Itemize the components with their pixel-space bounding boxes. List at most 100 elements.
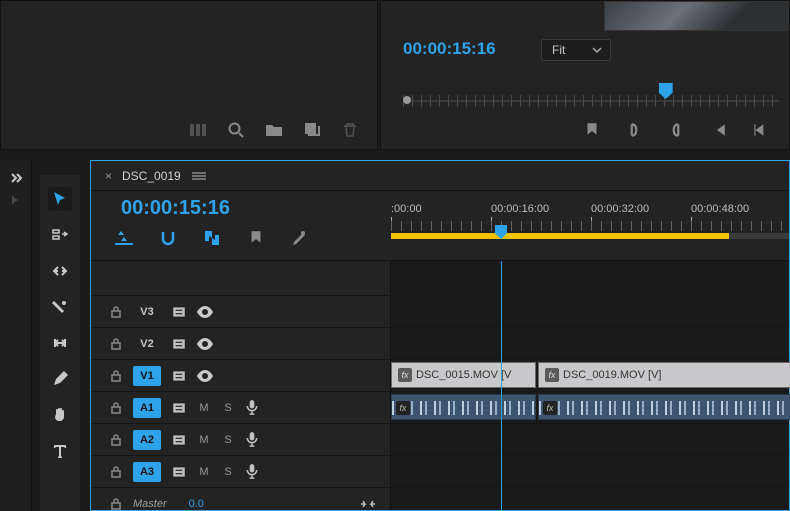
hand-tool[interactable]	[48, 403, 72, 427]
chevron-down-icon	[592, 45, 602, 55]
fx-badge-icon[interactable]: fx	[396, 401, 410, 415]
sync-lock-icon[interactable]	[171, 368, 187, 384]
monitor-scrub-bar[interactable]	[403, 91, 779, 109]
mark-in-icon[interactable]	[625, 121, 643, 139]
scrub-start-dot	[403, 96, 411, 104]
lock-icon[interactable]	[109, 497, 123, 511]
track-header-v3[interactable]: V3	[91, 296, 390, 328]
master-label: Master	[133, 498, 167, 510]
solo-toggle[interactable]: S	[221, 434, 235, 446]
audio-clip[interactable]: fx	[391, 394, 536, 420]
track-header-a1[interactable]: A1 M S	[91, 392, 390, 424]
clip-label: DSC_0019.MOV [V]	[563, 369, 661, 381]
sync-lock-icon[interactable]	[171, 464, 187, 480]
track-label[interactable]: A2	[133, 430, 161, 450]
zoom-scroll-bar[interactable]	[729, 233, 789, 239]
collapsed-panel-icon[interactable]	[9, 194, 23, 206]
pen-tool[interactable]	[48, 367, 72, 391]
audio-clip[interactable]: fx	[538, 394, 790, 420]
track-row-master[interactable]	[391, 488, 789, 511]
sequence-tab[interactable]: DSC_0019	[122, 169, 181, 183]
snap-toggle-icon[interactable]	[159, 229, 177, 247]
solo-toggle[interactable]: S	[221, 402, 235, 414]
list-view-icon[interactable]	[189, 121, 207, 139]
sync-lock-icon[interactable]	[171, 432, 187, 448]
track-header-v1[interactable]: V1	[91, 360, 390, 392]
lock-icon[interactable]	[109, 305, 123, 319]
panel-menu-icon[interactable]	[191, 171, 207, 181]
fx-badge-icon[interactable]: fx	[545, 368, 559, 382]
goto-in-icon[interactable]	[709, 121, 727, 139]
lock-icon[interactable]	[109, 401, 123, 415]
timeline-timecode[interactable]: 00:00:15:16	[121, 197, 230, 220]
sync-lock-icon[interactable]	[171, 304, 187, 320]
toggle-output-icon[interactable]	[197, 338, 213, 350]
voiceover-icon[interactable]	[245, 399, 259, 415]
nest-toggle-icon[interactable]	[115, 229, 133, 247]
track-label[interactable]: V3	[133, 302, 161, 322]
expand-panel-icon[interactable]	[9, 172, 23, 184]
track-row-a2[interactable]	[391, 424, 789, 456]
mark-out-icon[interactable]	[667, 121, 685, 139]
sync-lock-icon[interactable]	[171, 400, 187, 416]
video-clip[interactable]: fx DSC_0019.MOV [V]	[538, 362, 790, 388]
track-label[interactable]: V1	[133, 366, 161, 386]
close-tab-icon[interactable]: ×	[105, 169, 112, 183]
master-output-icon[interactable]	[360, 498, 376, 510]
track-row-v1[interactable]: fx DSC_0015.MOV [V fx DSC_0019.MOV [V]	[391, 360, 789, 392]
track-header-master[interactable]: Master 0.0	[91, 488, 390, 511]
video-clip[interactable]: fx DSC_0015.MOV [V	[391, 362, 536, 388]
mute-toggle[interactable]: M	[197, 466, 211, 478]
track-row-a3[interactable]	[391, 456, 789, 488]
new-item-icon[interactable]	[303, 121, 321, 139]
step-back-icon[interactable]	[751, 121, 769, 139]
sync-lock-icon[interactable]	[171, 336, 187, 352]
track-row-v3[interactable]	[391, 296, 789, 328]
new-bin-icon[interactable]	[265, 121, 283, 139]
slip-tool[interactable]	[48, 331, 72, 355]
linked-selection-icon[interactable]	[203, 229, 221, 247]
timeline-toggle-row	[115, 229, 309, 247]
ripple-edit-tool[interactable]	[48, 259, 72, 283]
toggle-output-icon[interactable]	[197, 370, 213, 382]
scrub-ticks	[403, 95, 779, 107]
add-marker-icon[interactable]	[583, 121, 601, 139]
track-label[interactable]: A1	[133, 398, 161, 418]
playhead-line[interactable]	[501, 261, 502, 510]
timeline-header: 00:00:15:16 :00:00 00:00:16:00 00:00:32:…	[91, 191, 789, 261]
toggle-output-icon[interactable]	[197, 306, 213, 318]
track-row-a1[interactable]: fx fx	[391, 392, 789, 424]
type-tool[interactable]	[48, 439, 72, 463]
trash-icon[interactable]	[341, 121, 359, 139]
track-header-v2[interactable]: V2	[91, 328, 390, 360]
track-row-v2[interactable]	[391, 328, 789, 360]
mute-toggle[interactable]: M	[197, 434, 211, 446]
track-content[interactable]: fx DSC_0015.MOV [V fx DSC_0019.MOV [V] f…	[391, 261, 789, 510]
work-area-bar[interactable]	[391, 233, 729, 239]
mute-toggle[interactable]: M	[197, 402, 211, 414]
track-header-a3[interactable]: A3 M S	[91, 456, 390, 488]
fx-badge-icon[interactable]: fx	[398, 368, 412, 382]
ruler-minor-ticks	[391, 221, 789, 231]
zoom-select[interactable]: Fit	[541, 39, 611, 61]
lock-icon[interactable]	[109, 433, 123, 447]
track-label[interactable]: A3	[133, 462, 161, 482]
track-label[interactable]: V2	[133, 334, 161, 354]
track-header-a2[interactable]: A2 M S	[91, 424, 390, 456]
track-select-tool[interactable]	[48, 223, 72, 247]
solo-toggle[interactable]: S	[221, 466, 235, 478]
time-ruler[interactable]: :00:00 00:00:16:00 00:00:32:00 00:00:48:…	[391, 203, 789, 251]
selection-tool[interactable]	[48, 187, 72, 211]
timeline-settings-icon[interactable]	[291, 229, 309, 247]
fx-badge-icon[interactable]: fx	[543, 401, 557, 415]
lock-icon[interactable]	[109, 337, 123, 351]
voiceover-icon[interactable]	[245, 431, 259, 447]
search-icon[interactable]	[227, 121, 245, 139]
add-marker-icon[interactable]	[247, 229, 265, 247]
voiceover-icon[interactable]	[245, 463, 259, 479]
lock-icon[interactable]	[109, 465, 123, 479]
razor-tool[interactable]	[48, 295, 72, 319]
master-gain[interactable]: 0.0	[189, 498, 204, 510]
monitor-timecode[interactable]: 00:00:15:16	[403, 39, 496, 59]
lock-icon[interactable]	[109, 369, 123, 383]
